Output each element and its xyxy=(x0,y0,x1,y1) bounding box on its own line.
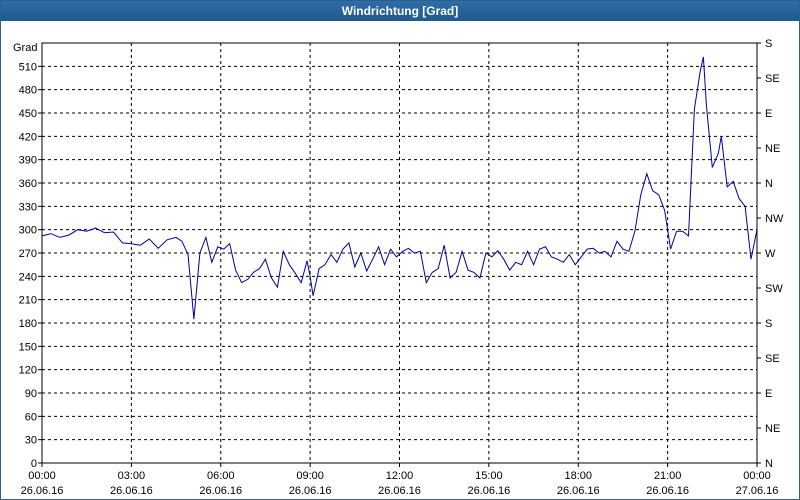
y-tick-label: 210 xyxy=(19,295,37,307)
right-axis-label: W xyxy=(765,248,776,260)
y-tick-label: 420 xyxy=(19,131,37,143)
x-tick-label-time: 03:00 xyxy=(118,470,146,482)
right-axis-label: E xyxy=(765,388,772,400)
y-tick-label: 90 xyxy=(25,388,37,400)
x-tick-label-date: 26.06.16 xyxy=(289,485,332,497)
y-tick-label: 480 xyxy=(19,85,37,97)
x-tick-label-time: 00:00 xyxy=(28,470,56,482)
y-tick-label: 300 xyxy=(19,225,37,237)
y-tick-label: 330 xyxy=(19,201,37,213)
x-tick-label-time: 18:00 xyxy=(564,470,592,482)
y-tick-label: 510 xyxy=(19,61,37,73)
right-axis-label: N xyxy=(765,458,773,470)
x-tick-label-date: 26.06.16 xyxy=(110,485,153,497)
right-axis-label: SE xyxy=(765,73,780,85)
x-tick-label-time: 06:00 xyxy=(207,470,235,482)
chart-window: Windrichtung [Grad] 0 30 60 90 120 150 180 210 2… xyxy=(0,0,800,500)
y-axis-label: Grad xyxy=(13,42,37,54)
y-tick-label: 150 xyxy=(19,341,37,353)
y-tick-label: 270 xyxy=(19,248,37,260)
y-tick-label: 360 xyxy=(19,178,37,190)
y-tick-label: 450 xyxy=(19,108,37,120)
x-tick-label-date: 26.06.16 xyxy=(467,485,510,497)
right-axis-label: NW xyxy=(765,213,784,225)
right-axis-label: E xyxy=(765,108,772,120)
right-axis-label: NE xyxy=(765,423,780,435)
y-tick-label: 240 xyxy=(19,271,37,283)
x-tick-label-time: 15:00 xyxy=(475,470,503,482)
line-chart: 0 30 60 90 120 150 180 210 240 270 300 330 360 390 420… xyxy=(13,38,784,497)
y-tick-label: 390 xyxy=(19,155,37,167)
y-tick-label: 60 xyxy=(25,411,37,423)
x-tick-label-date: 26.06.16 xyxy=(21,485,64,497)
x-tick-label-date: 26.06.16 xyxy=(646,485,689,497)
y-tick-label: 120 xyxy=(19,365,37,377)
x-tick-label-time: 09:00 xyxy=(296,470,324,482)
x-tick-label-time: 12:00 xyxy=(386,470,414,482)
right-axis-label: S xyxy=(765,318,772,330)
x-tick-label-time: 21:00 xyxy=(654,470,682,482)
right-axis-label: S xyxy=(765,38,772,50)
right-axis-label: NE xyxy=(765,143,780,155)
right-axis-label: N xyxy=(765,178,773,190)
x-tick-label-date: 27.06.16 xyxy=(736,485,779,497)
y-tick-label: 180 xyxy=(19,318,37,330)
x-tick-label-time: 00:00 xyxy=(743,470,771,482)
x-tick-label-date: 26.06.16 xyxy=(557,485,600,497)
x-tick-label-date: 26.06.16 xyxy=(199,485,242,497)
x-tick-label-date: 26.06.16 xyxy=(378,485,421,497)
right-axis-label: SE xyxy=(765,353,780,365)
y-tick-label: 0 xyxy=(31,458,37,470)
right-axis-label: SW xyxy=(765,283,783,295)
y-tick-label: 30 xyxy=(25,435,37,447)
